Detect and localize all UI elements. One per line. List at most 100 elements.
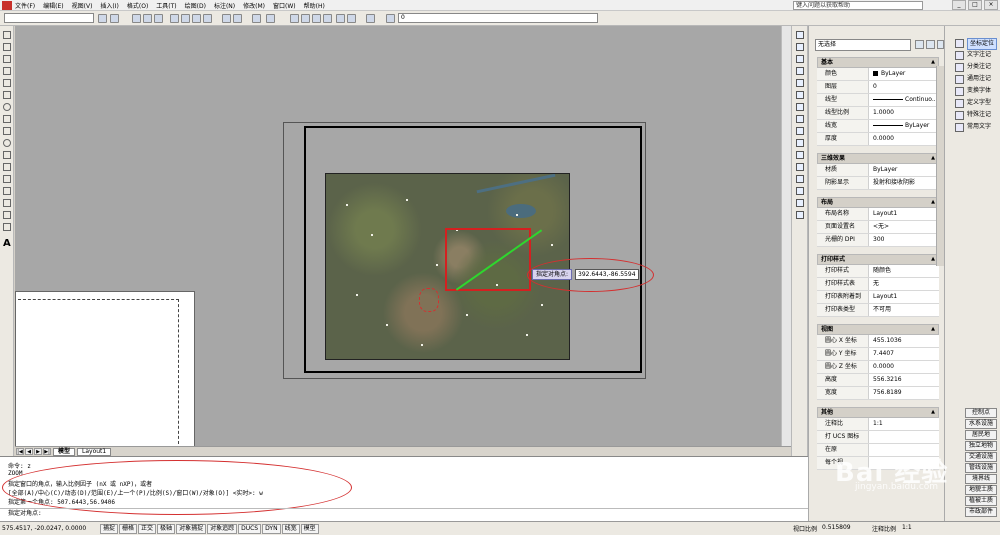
- array-icon[interactable]: [796, 79, 804, 87]
- property-row[interactable]: 布局名称 Layout1: [817, 208, 939, 221]
- property-value[interactable]: Continuo...: [869, 94, 939, 106]
- workspace-combo[interactable]: [4, 13, 94, 23]
- section-header[interactable]: 三维效果 ▲: [817, 153, 939, 164]
- property-value[interactable]: ByLayer: [869, 120, 939, 132]
- property-row[interactable]: 页面设置名 <无>: [817, 221, 939, 234]
- next-tab-icon[interactable]: ▶: [34, 448, 42, 455]
- general-note-icon[interactable]: [955, 75, 964, 84]
- property-row[interactable]: 宽度 756.8189: [817, 387, 939, 400]
- property-value[interactable]: 0: [869, 81, 939, 93]
- section-header[interactable]: 视图 ▲: [817, 324, 939, 335]
- new-file-icon[interactable]: [132, 14, 141, 23]
- collapse-icon[interactable]: ▲: [931, 325, 935, 334]
- section-header[interactable]: 其他 ▲: [817, 407, 939, 418]
- property-value[interactable]: 不可用: [869, 304, 939, 316]
- property-value[interactable]: ByLayer: [869, 164, 939, 176]
- property-row[interactable]: 圆心 Y 坐标 7.4407: [817, 348, 939, 361]
- hatch-icon[interactable]: [3, 199, 11, 207]
- tab-layout1[interactable]: Layout1: [77, 447, 112, 456]
- select-objects-icon[interactable]: [926, 40, 935, 49]
- snap-toggle[interactable]: 捕捉: [100, 523, 119, 534]
- offset-icon[interactable]: [796, 67, 804, 75]
- copy-icon[interactable]: [233, 14, 242, 23]
- coordinate-icon[interactable]: [955, 39, 964, 48]
- print-icon[interactable]: [170, 14, 179, 23]
- property-row[interactable]: 线宽 ByLayer: [817, 120, 939, 133]
- construction-line-icon[interactable]: [3, 43, 11, 51]
- point-icon[interactable]: [3, 187, 11, 195]
- panel-item-define-font[interactable]: 定义字型: [967, 98, 991, 108]
- insert-block-icon[interactable]: [3, 163, 11, 171]
- property-row[interactable]: 打 UCS 图标: [817, 431, 939, 444]
- menu-window[interactable]: 窗口(W): [273, 1, 296, 10]
- gradient-icon[interactable]: [3, 211, 11, 219]
- boundary-button[interactable]: 境界线: [965, 474, 997, 484]
- category-note-icon[interactable]: [955, 63, 964, 72]
- selection-combo[interactable]: 无选择: [815, 39, 911, 51]
- fillet-icon[interactable]: [796, 199, 804, 207]
- rotate-icon[interactable]: [796, 103, 804, 111]
- text-note-icon[interactable]: [955, 51, 964, 60]
- section-header[interactable]: 基本 ▲: [817, 57, 939, 68]
- panel-item-coordinate[interactable]: 坐标定位: [967, 38, 998, 50]
- property-value[interactable]: 556.3216: [869, 374, 939, 386]
- property-value[interactable]: [869, 431, 939, 443]
- first-tab-icon[interactable]: |◀: [16, 448, 24, 455]
- panel-item-font-change[interactable]: 变换字体: [967, 86, 991, 96]
- arc-icon[interactable]: [3, 91, 11, 99]
- collapse-icon[interactable]: ▲: [931, 154, 935, 163]
- ortho-toggle[interactable]: 正交: [138, 523, 157, 534]
- property-value[interactable]: 随颜色: [869, 265, 939, 277]
- undo-icon[interactable]: [252, 14, 261, 23]
- help-search-input[interactable]: 键入问题以获取帮助: [793, 1, 923, 10]
- rectangle-icon[interactable]: [3, 79, 11, 87]
- grid-toggle[interactable]: 栅格: [119, 523, 138, 534]
- properties-icon[interactable]: [336, 14, 345, 23]
- landmark-button[interactable]: 独立地物: [965, 441, 997, 451]
- font-change-icon[interactable]: [955, 87, 964, 96]
- vegetation-button[interactable]: 植被土质: [965, 496, 997, 506]
- osnap-toggle[interactable]: 对象捕捉: [176, 523, 207, 534]
- dynamic-input-field[interactable]: 392.6443,-86.5594: [575, 269, 639, 280]
- residential-button[interactable]: 居民地: [965, 430, 997, 440]
- command-line-input[interactable]: 指定对角点:: [0, 508, 808, 519]
- text-icon[interactable]: A: [3, 238, 11, 249]
- make-block-icon[interactable]: [3, 175, 11, 183]
- menu-edit[interactable]: 编辑(E): [43, 1, 63, 10]
- otrack-toggle[interactable]: 对象追踪: [207, 523, 238, 534]
- copy-object-icon[interactable]: [796, 43, 804, 51]
- section-header[interactable]: 布局 ▲: [817, 197, 939, 208]
- property-row[interactable]: 阴影显示 投射和接收阴影: [817, 177, 939, 190]
- property-row[interactable]: 颜色 ByLayer: [817, 68, 939, 81]
- prev-tab-icon[interactable]: ◀: [25, 448, 33, 455]
- property-value[interactable]: 1.0000: [869, 107, 939, 119]
- grid-icon[interactable]: [98, 14, 107, 23]
- property-row[interactable]: 厚度 0.0000: [817, 133, 939, 146]
- last-tab-icon[interactable]: ▶|: [43, 448, 51, 455]
- menu-insert[interactable]: 插入(I): [100, 1, 118, 10]
- polyline-icon[interactable]: [3, 55, 11, 63]
- circle-icon[interactable]: [3, 103, 11, 111]
- design-center-icon[interactable]: [347, 14, 356, 23]
- cut-icon[interactable]: [222, 14, 231, 23]
- toggle-pickadd-icon[interactable]: [915, 40, 924, 49]
- print-preview-icon[interactable]: [181, 14, 190, 23]
- property-row[interactable]: 线型比例 1.0000: [817, 107, 939, 120]
- menu-modify[interactable]: 修改(M): [243, 1, 265, 10]
- collapse-icon[interactable]: ▲: [931, 58, 935, 67]
- drawing-canvas[interactable]: 指定对角点: 392.6443,-86.5594 |◀ ◀ ▶ ▶| 模型 La…: [15, 26, 791, 461]
- define-font-icon[interactable]: [955, 99, 964, 108]
- ellipse-icon[interactable]: [3, 139, 11, 147]
- panel-item-common-text[interactable]: 常用文字: [967, 122, 991, 132]
- property-row[interactable]: 圆心 Z 坐标 0.0000: [817, 361, 939, 374]
- pan-icon[interactable]: [290, 14, 299, 23]
- collapse-icon[interactable]: ▲: [931, 408, 935, 417]
- tab-model[interactable]: 模型: [53, 447, 76, 456]
- property-value[interactable]: Layout1: [869, 208, 939, 220]
- section-header[interactable]: 打印样式 ▲: [817, 254, 939, 265]
- region-icon[interactable]: [3, 223, 11, 231]
- polygon-icon[interactable]: [3, 67, 11, 75]
- property-value[interactable]: 投射和接收阴影: [869, 177, 939, 189]
- water-facility-button[interactable]: 水系设施: [965, 419, 997, 429]
- property-value[interactable]: Layout1: [869, 291, 939, 303]
